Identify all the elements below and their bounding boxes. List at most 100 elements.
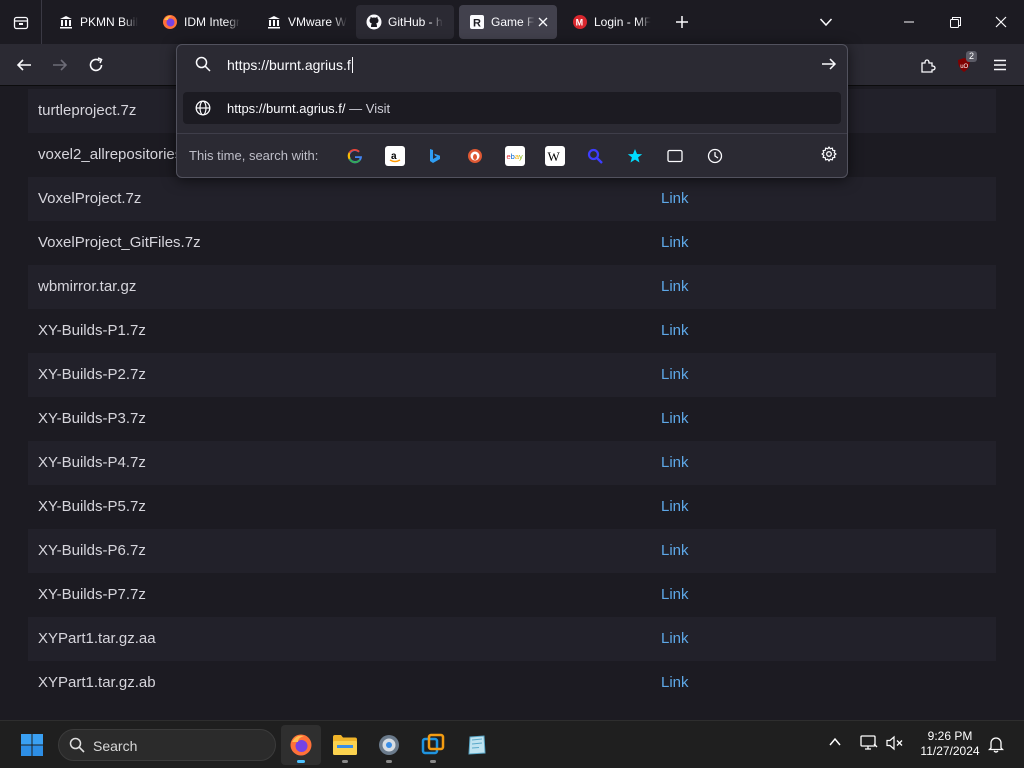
bank-icon: [266, 14, 282, 30]
file-name: XYPart1.tar.gz.ab: [38, 674, 156, 691]
file-row: XYPart1.tar.gz.aa Link: [28, 617, 996, 661]
download-link[interactable]: Link: [661, 586, 689, 603]
active-indicator: [297, 760, 305, 763]
restore-button[interactable]: [932, 0, 978, 44]
download-link[interactable]: Link: [661, 366, 689, 383]
file-row: XY-Builds-P7.7z Link: [28, 573, 996, 617]
download-link[interactable]: Link: [661, 498, 689, 515]
folder-icon: [333, 735, 357, 755]
tab-pkmn-builds[interactable]: PKMN Buil: [48, 5, 148, 39]
search-icon: [69, 737, 85, 758]
restore-icon: [949, 16, 961, 28]
file-name: wbmirror.tar.gz: [38, 278, 137, 295]
bing-icon[interactable]: [425, 146, 445, 166]
minimize-icon: [904, 21, 914, 23]
app-menu-button[interactable]: [984, 49, 1016, 81]
clock-time: 9:26 PM: [927, 729, 973, 743]
search-settings-gear-icon[interactable]: [821, 146, 837, 167]
ebay-icon[interactable]: ebay: [505, 146, 525, 166]
file-row: XY-Builds-P5.7z Link: [28, 485, 996, 529]
tab-vmware[interactable]: VMware W: [256, 5, 352, 39]
github-icon: [366, 14, 382, 30]
taskbar-app[interactable]: [457, 725, 497, 765]
file-name: voxel2_allrepositories: [38, 146, 183, 163]
list-all-tabs-button[interactable]: [814, 10, 838, 34]
r-logo-icon: R: [469, 14, 485, 30]
tab-idm-integration[interactable]: IDM Integr: [152, 5, 252, 39]
clock-date: 11/27/2024: [920, 744, 980, 758]
hamburger-menu-icon: [994, 59, 1006, 71]
forward-arrow-icon: [53, 59, 68, 71]
notification-bell-icon[interactable]: [987, 735, 1005, 758]
download-link[interactable]: Link: [661, 322, 689, 339]
close-tab-icon[interactable]: [535, 14, 551, 30]
download-link[interactable]: Link: [661, 190, 689, 207]
running-indicator: [342, 760, 348, 763]
duckduckgo-icon[interactable]: [465, 146, 485, 166]
tab-label: IDM Integr: [184, 15, 241, 29]
chevron-down-icon: [819, 18, 833, 27]
svg-text:R: R: [473, 18, 481, 30]
file-row: XY-Builds-P6.7z Link: [28, 529, 996, 573]
running-indicator: [386, 760, 392, 763]
chevron-up-icon[interactable]: [828, 735, 842, 754]
url-suggestion-row[interactable]: https://burnt.agrius.f/ — Visit: [183, 92, 841, 124]
reload-icon: [89, 57, 103, 72]
taskbar-file-explorer[interactable]: [325, 725, 365, 765]
app-icon: [468, 735, 486, 755]
taskbar-firefox[interactable]: [281, 725, 321, 765]
file-row: VoxelProject.7z Link: [28, 177, 996, 221]
firefox-view-button[interactable]: [0, 0, 42, 44]
search-engine-icon[interactable]: [585, 146, 605, 166]
download-link[interactable]: Link: [661, 630, 689, 647]
file-row: XYPart1.tar.gz.ab Link: [28, 661, 996, 705]
svg-text:ebay: ebay: [507, 152, 524, 161]
extensions-button[interactable]: [912, 49, 944, 81]
taskbar-search-box[interactable]: Search: [58, 729, 276, 761]
download-link[interactable]: Link: [661, 278, 689, 295]
start-button[interactable]: [12, 725, 52, 765]
tab-game-fr[interactable]: R Game Fr: [459, 5, 557, 39]
minimize-button[interactable]: [886, 0, 932, 44]
google-icon[interactable]: [345, 146, 365, 166]
close-window-button[interactable]: [978, 0, 1024, 44]
taskbar-settings[interactable]: [369, 725, 409, 765]
tab-label: PKMN Buil: [80, 15, 139, 29]
amazon-icon[interactable]: a: [385, 146, 405, 166]
volume-muted-icon[interactable]: [886, 735, 904, 756]
file-row: XY-Builds-P3.7z Link: [28, 397, 996, 441]
file-name: XY-Builds-P4.7z: [38, 454, 146, 471]
download-link[interactable]: Link: [661, 674, 689, 691]
download-link[interactable]: Link: [661, 234, 689, 251]
reload-button[interactable]: [80, 49, 112, 81]
file-name: VoxelProject.7z: [38, 190, 142, 207]
forward-button[interactable]: [44, 49, 76, 81]
settings-gear-icon: [379, 735, 399, 755]
download-link[interactable]: Link: [661, 410, 689, 427]
file-name: XY-Builds-P6.7z: [38, 542, 146, 559]
windows-taskbar: Search 9:26 PM 11/27/2024: [0, 720, 1024, 768]
page-content: turtleproject.7z voxel2_allrepositories Vo…: [0, 86, 1024, 720]
svg-text:W: W: [548, 149, 561, 163]
file-row: VoxelProject_GitFiles.7z Link: [28, 221, 996, 265]
tab-github[interactable]: GitHub - h: [356, 5, 454, 39]
file-row: XY-Builds-P1.7z Link: [28, 309, 996, 353]
bookmarks-icon[interactable]: [625, 146, 645, 166]
ublock-origin-button[interactable]: uO 2: [948, 49, 980, 81]
download-link[interactable]: Link: [661, 454, 689, 471]
tab-login-mega[interactable]: M Login - MF: [562, 5, 662, 39]
history-icon[interactable]: [705, 146, 725, 166]
running-indicator: [430, 760, 436, 763]
wikipedia-icon[interactable]: W: [545, 146, 565, 166]
new-tab-button[interactable]: [670, 10, 694, 34]
go-arrow-icon[interactable]: [821, 56, 837, 77]
taskbar-clock[interactable]: 9:26 PM 11/27/2024: [912, 729, 988, 759]
download-link[interactable]: Link: [661, 542, 689, 559]
tab-label: Login - MF: [594, 15, 652, 29]
url-input[interactable]: https://burnt.agrius.f: [177, 45, 847, 85]
taskbar-vmware[interactable]: [413, 725, 453, 765]
one-off-search-bar: This time, search with: a ebay W: [177, 133, 847, 177]
tabs-icon[interactable]: [665, 146, 685, 166]
display-icon[interactable]: [860, 735, 878, 756]
back-button[interactable]: [8, 49, 40, 81]
